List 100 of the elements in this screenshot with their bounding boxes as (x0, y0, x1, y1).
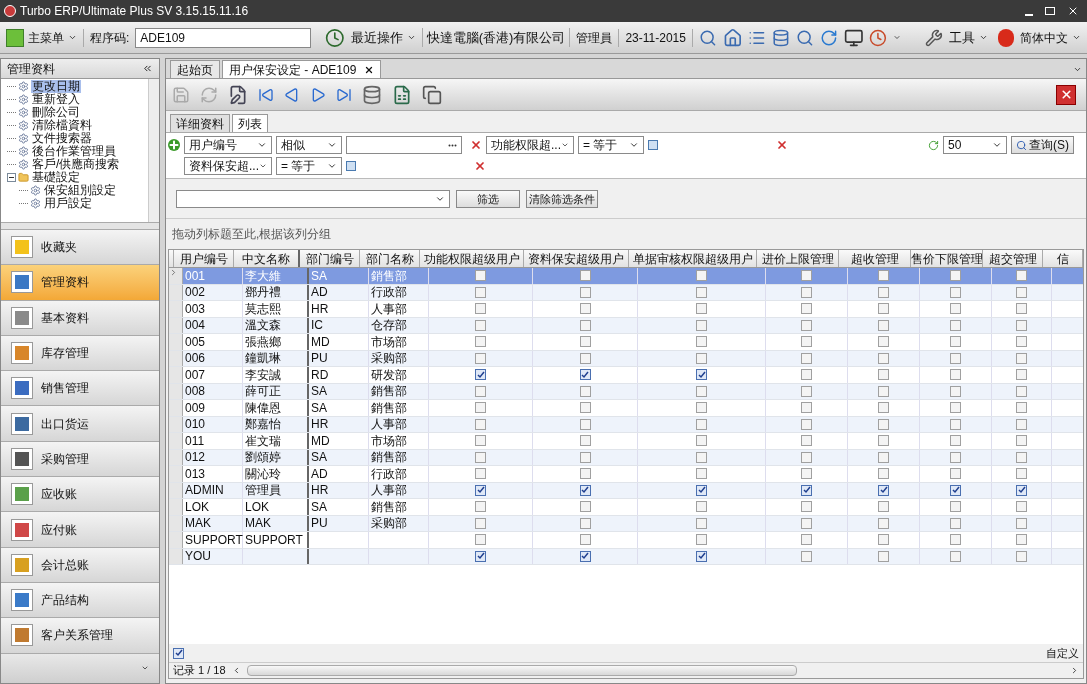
apply-filter-button[interactable]: 筛选 (456, 189, 520, 208)
checkbox[interactable] (801, 517, 812, 529)
remove-condition-icon[interactable] (776, 139, 788, 151)
nav-item[interactable]: 销售管理 (1, 371, 159, 407)
checkbox[interactable] (878, 468, 889, 480)
checkbox[interactable] (1016, 517, 1027, 529)
row-header[interactable] (169, 433, 183, 449)
nav-item[interactable]: 应付账 (1, 512, 159, 548)
remove-condition-icon[interactable] (474, 160, 486, 172)
checkbox[interactable] (696, 501, 707, 513)
table-row[interactable]: 003 莫志熙 HR 人事部 (169, 301, 1083, 318)
view-tab[interactable]: 详细资料 (170, 114, 230, 132)
last-record-icon[interactable] (336, 86, 352, 103)
nav-item[interactable]: 采购管理 (1, 441, 159, 478)
checkbox[interactable] (475, 534, 486, 546)
checkbox[interactable] (579, 303, 591, 315)
checkbox[interactable] (950, 517, 961, 529)
checkbox[interactable] (878, 402, 889, 414)
collapse-icon[interactable] (142, 63, 153, 74)
nav-item[interactable]: 会计总账 (1, 547, 159, 583)
checkbox[interactable] (1016, 418, 1027, 430)
checkbox[interactable] (801, 402, 812, 414)
checkbox[interactable] (878, 435, 889, 447)
checkbox[interactable] (579, 501, 591, 513)
column-header[interactable]: 功能权限超级用户 (420, 250, 524, 267)
column-header[interactable]: 用户编号 (174, 250, 234, 267)
table-row[interactable]: 005 張燕鄉 MD 市场部 (169, 334, 1083, 351)
checkbox[interactable] (1016, 352, 1027, 364)
checkbox[interactable] (801, 336, 812, 348)
checkbox[interactable] (475, 270, 486, 282)
checkbox[interactable] (696, 336, 707, 348)
table-row[interactable]: 011 崔文瑞 MD 市场部 (169, 433, 1083, 450)
tree-item[interactable]: 文件搜索器 (31, 132, 93, 145)
checkbox[interactable] (579, 385, 591, 397)
checkbox[interactable] (696, 286, 707, 298)
checkbox[interactable] (579, 534, 591, 546)
checkbox[interactable] (950, 286, 961, 298)
copy-icon[interactable] (422, 84, 442, 105)
checkbox[interactable] (950, 369, 961, 381)
checkbox[interactable] (1016, 484, 1027, 496)
checkbox[interactable] (950, 468, 961, 480)
row-header[interactable] (169, 466, 183, 482)
main-menu-button[interactable]: 主菜单 (6, 28, 77, 47)
home-icon[interactable] (722, 26, 743, 49)
checkbox[interactable] (878, 319, 889, 331)
tree-item[interactable]: 客戶/供應商搜索 (31, 158, 121, 171)
checkbox[interactable] (1016, 468, 1027, 480)
checkbox[interactable] (579, 418, 591, 430)
row-header[interactable] (169, 334, 183, 350)
column-header[interactable]: 售价下限管理 (911, 250, 983, 267)
limit-dropdown[interactable]: 50 (943, 136, 1007, 154)
checkbox[interactable] (475, 550, 486, 562)
checkbox[interactable] (696, 270, 707, 282)
checkbox[interactable] (579, 484, 591, 496)
table-row[interactable]: 013 關沁玲 AD 行政部 (169, 466, 1083, 483)
checkbox[interactable] (475, 385, 486, 397)
refresh-icon[interactable] (200, 85, 218, 104)
operator-dropdown[interactable]: = 等于 (276, 157, 342, 175)
checkbox[interactable] (696, 319, 707, 331)
checkbox[interactable] (579, 451, 591, 463)
tree-item[interactable]: 用戶設定 (43, 197, 93, 210)
checkbox[interactable] (579, 468, 591, 480)
checkbox[interactable] (878, 534, 889, 546)
column-header[interactable]: 资料保安超级用户 (524, 250, 629, 267)
checkbox[interactable] (579, 319, 591, 331)
checkbox[interactable] (801, 352, 812, 364)
checkbox[interactable] (878, 369, 889, 381)
query-button[interactable]: 查询(S) (1011, 136, 1074, 154)
checkbox[interactable] (878, 501, 889, 513)
checkbox-value-icon[interactable] (346, 161, 356, 171)
tree-item[interactable]: 基礎設定 (31, 171, 81, 184)
checkbox[interactable] (475, 435, 486, 447)
checkbox[interactable] (801, 484, 812, 496)
tree-item[interactable]: 保安組別設定 (43, 184, 117, 197)
nav-item[interactable]: 管理资料 (1, 265, 159, 301)
checkbox[interactable] (950, 336, 961, 348)
document-tab[interactable]: 用户保安设定 - ADE109 (222, 60, 382, 78)
column-header[interactable]: 信 (1043, 250, 1083, 267)
operator-dropdown[interactable]: 相似 (276, 136, 342, 154)
checkbox[interactable] (475, 501, 486, 513)
checkbox[interactable] (1016, 385, 1027, 397)
remove-condition-icon[interactable] (470, 139, 482, 151)
checkbox[interactable] (696, 435, 707, 447)
horizontal-scrollbar[interactable] (246, 665, 797, 676)
checkbox[interactable] (696, 418, 707, 430)
checkbox[interactable] (475, 451, 486, 463)
next-record-icon[interactable] (310, 86, 326, 103)
checkbox[interactable] (1016, 303, 1027, 315)
checkbox[interactable] (878, 336, 889, 348)
checkbox[interactable] (801, 270, 812, 282)
checkbox[interactable] (878, 517, 889, 529)
previous-record-icon[interactable] (284, 86, 300, 103)
checkbox[interactable] (878, 550, 889, 562)
field-dropdown[interactable]: 资料保安超... (184, 157, 272, 175)
checkbox[interactable] (475, 418, 486, 430)
checkbox[interactable] (1016, 336, 1027, 348)
nav-item[interactable]: 收藏夹 (1, 230, 159, 266)
checkbox[interactable] (950, 319, 961, 331)
checkbox[interactable] (801, 435, 812, 447)
checkbox[interactable] (696, 451, 707, 463)
